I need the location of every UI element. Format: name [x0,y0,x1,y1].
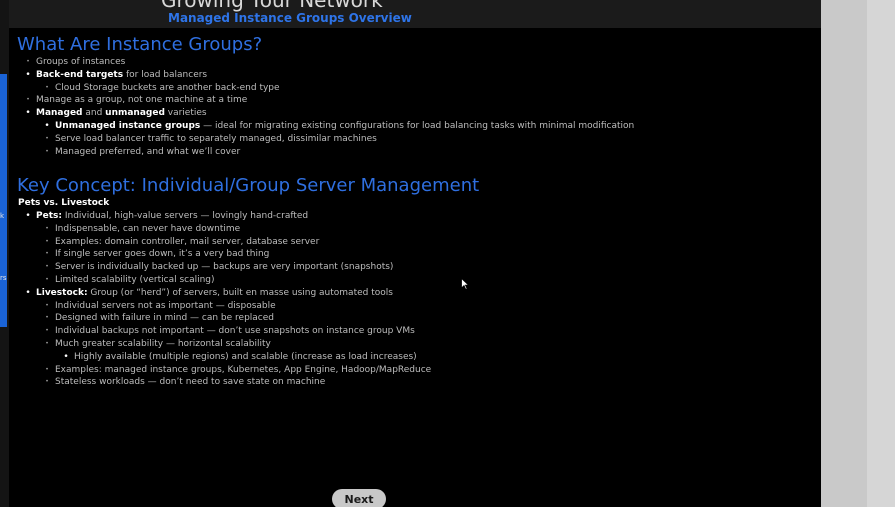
right-panel-edge [867,0,895,507]
list-item: • Highly available (multiple regions) and… [63,351,417,362]
list-item: • Manage as a group, not one machine at a… [26,95,248,106]
list-item: • Unmanaged instance groups — ideal for m… [44,120,635,131]
section-title: What Are Instance Groups? [17,34,263,55]
section-label: Pets vs. Livestock [18,198,110,208]
list-item: • Examples: managed instance groups, Kube… [45,364,432,375]
left-panel-fragment: rs [0,274,7,282]
list-item: • Much greater scalability — horizontal s… [45,338,271,349]
list-item: • Managed preferred, and what we’ll cover [45,146,241,157]
list-item: • Individual backups not important — don’… [45,326,415,337]
bullet-list: • Groups of instances • Back-end targets f… [17,56,634,158]
list-item: • Server is individually backed up — back… [45,262,394,273]
section-title: Key Concept: Individual/Group Server Man… [17,175,480,196]
mouse-cursor-icon [461,278,469,290]
list-item: • Groups of instances [26,57,126,67]
next-button[interactable]: Next [332,489,386,507]
left-accent-bar [0,74,7,327]
list-item: • Pets: Individual, high-value servers — … [25,211,309,221]
list-item: • Stateless workloads — don’t need to sav… [45,377,326,388]
list-item: • If single server goes down, it’s a very… [45,249,270,260]
list-item: • Designed with failure in mind — can be … [45,313,275,324]
list-item: • Serve load balancer traffic to separate… [45,133,377,144]
left-panel-fragment: k [0,212,5,220]
list-item: • Back-end targets for load balancers [25,69,208,80]
list-item: • Limited scalability (vertical scaling) [45,274,215,285]
list-item: • Indispensable, can never have downtime [45,223,241,234]
list-item: • Managed and unmanaged varieties [25,108,207,119]
page-subtitle: Managed Instance Groups Overview [168,11,412,25]
section-pets-vs-livestock: Key Concept: Individual/Group Server Man… [17,175,479,389]
list-item: • Examples: domain controller, mail serve… [45,236,320,247]
list-item: • Individual servers not as important — d… [45,300,276,311]
slide: Growing Your Network Managed Instance Gr… [9,0,821,507]
list-item: • Cloud Storage buckets are another back-… [45,82,280,93]
slide-header: Growing Your Network Managed Instance Gr… [9,0,821,28]
bullet-list: • Pets: Individual, high-value servers — … [17,210,479,389]
section-instance-groups: What Are Instance Groups? • Groups of ins… [17,34,634,158]
list-item: • Livestock: Group (or “herd”) of servers… [25,287,393,298]
